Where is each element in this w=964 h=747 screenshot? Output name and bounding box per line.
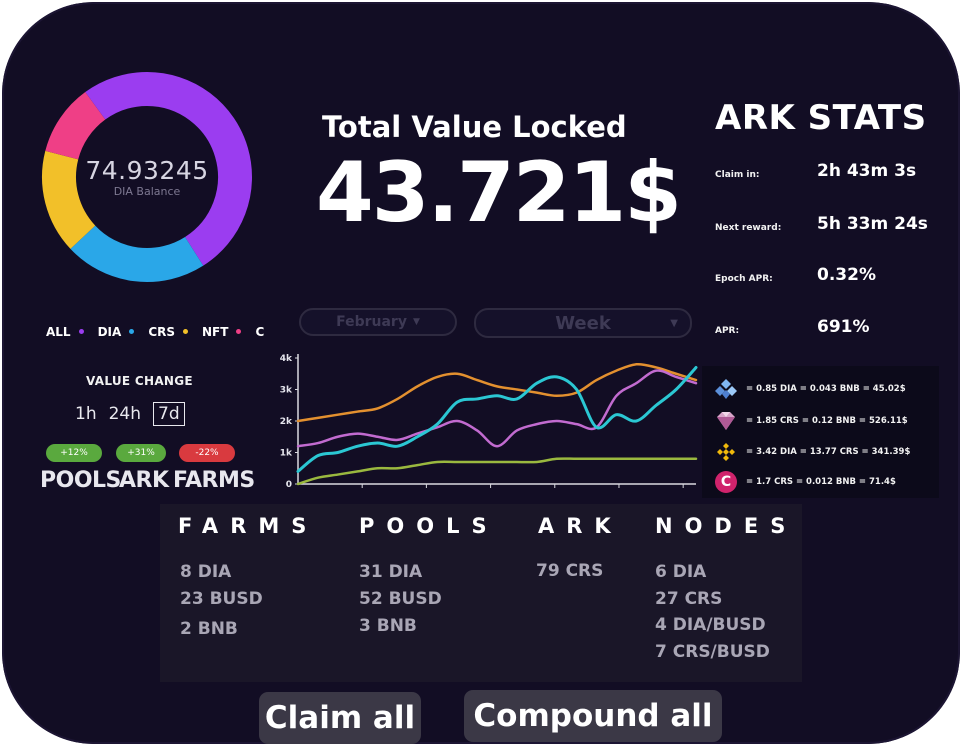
pools-category-label[interactable]: POOLS: [40, 468, 121, 493]
legend-item-all[interactable]: ALL: [46, 325, 71, 339]
y-tick-label: 3k: [280, 386, 293, 396]
farms-section-title: FARMS: [178, 514, 319, 538]
tvl-title: Total Value Locked: [322, 110, 627, 144]
chart-axes: [297, 354, 696, 485]
farms-category-label[interactable]: FARMS: [173, 468, 255, 493]
legend-dot-icon: [78, 328, 84, 334]
c-coin-icon: C: [714, 470, 738, 494]
compound-all-button[interactable]: Compound all: [464, 690, 722, 742]
pools-item: 52 BUSD: [359, 589, 442, 609]
claim-in-label: Claim in:: [715, 170, 760, 180]
legend-item-nft[interactable]: NFT: [202, 325, 228, 339]
donut-balance-value: 74.93245: [85, 156, 209, 185]
legend-item-dia[interactable]: DIA: [98, 325, 122, 339]
y-tick-label: 0: [286, 480, 292, 490]
pools-item: 31 DIA: [359, 562, 423, 582]
rate-row: = 3.42 DIA = 13.77 CRS = 341.39$: [714, 440, 910, 464]
series-line-3: [296, 457, 698, 486]
timeframe-selector: 1h 24h 7d: [75, 402, 185, 426]
chevron-down-icon: ▼: [412, 317, 420, 327]
rate-row: = 0.85 DIA = 0.043 BNB = 45.02$: [714, 377, 906, 401]
ark-stats-title: ARK STATS: [715, 98, 927, 138]
pools-change-badge: +12%: [46, 444, 102, 462]
donut-center: 74.93245 DIA Balance: [32, 62, 262, 292]
chevron-down-icon: ▼: [670, 317, 678, 329]
claim-in-value: 2h 43m 3s: [817, 161, 917, 181]
donut-balance-label: DIA Balance: [113, 185, 181, 198]
legend-item-crs[interactable]: CRS: [148, 325, 175, 339]
rate-text: = 0.85 DIA = 0.043 BNB = 45.02$: [746, 384, 906, 394]
nodes-item: 27 CRS: [655, 589, 723, 609]
bnb-coin-icon: [714, 440, 738, 464]
rate-text: = 1.7 CRS = 0.012 BNB = 71.4$: [746, 477, 896, 487]
claim-all-button[interactable]: Claim all: [259, 692, 421, 744]
period-select[interactable]: Week ▼: [474, 308, 692, 338]
tvl-line-chart: 0 1k 2k 3k 4k: [280, 354, 698, 490]
ark-item: 79 CRS: [536, 561, 604, 581]
y-tick-label: 4k: [280, 354, 293, 364]
nodes-item: 4 DIA/BUSD: [655, 615, 766, 635]
tvl-value: 43.721$: [316, 144, 682, 241]
legend-dot-icon: [183, 328, 189, 334]
asset-legend: ALL DIA CRS NFT C: [46, 325, 264, 339]
ark-section-title: ARK: [538, 514, 623, 538]
gem-icon: [714, 409, 738, 433]
period-select-value: Week: [555, 312, 611, 334]
next-reward-label: Next reward:: [715, 223, 782, 233]
timeframe-24h[interactable]: 24h: [109, 404, 141, 424]
epoch-apr-value: 0.32%: [817, 265, 876, 285]
value-change-title: VALUE CHANGE: [86, 374, 193, 388]
epoch-apr-label: Epoch APR:: [715, 274, 773, 284]
nodes-section-title: NODES: [655, 514, 798, 538]
nodes-item: 6 DIA: [655, 562, 707, 582]
y-tick-label: 2k: [280, 417, 293, 427]
legend-item-c[interactable]: C: [255, 325, 264, 339]
farms-item: 2 BNB: [180, 619, 238, 639]
farms-item: 8 DIA: [180, 562, 232, 582]
rate-row: = 1.85 CRS = 0.12 BNB = 526.11$: [714, 409, 908, 433]
diamond-cluster-icon: [714, 377, 738, 401]
legend-dot-icon: [236, 328, 242, 334]
farms-change-badge: -22%: [179, 444, 235, 462]
nodes-item: 7 CRS/BUSD: [655, 642, 770, 662]
y-tick-label: 1k: [280, 449, 293, 459]
pools-section-title: POOLS: [359, 514, 499, 538]
series-line-1: [296, 369, 698, 448]
legend-dot-icon: [129, 328, 135, 334]
ark-change-badge: +31%: [116, 444, 166, 462]
next-reward-value: 5h 33m 24s: [817, 214, 928, 234]
rate-text: = 1.85 CRS = 0.12 BNB = 526.11$: [746, 416, 908, 426]
ark-category-label[interactable]: ARK: [119, 468, 169, 493]
rate-text: = 3.42 DIA = 13.77 CRS = 341.39$: [746, 447, 911, 457]
series-line-0: [296, 362, 698, 423]
timeframe-1h[interactable]: 1h: [75, 404, 97, 424]
apr-value: 691%: [817, 317, 870, 337]
pools-item: 3 BNB: [359, 616, 417, 636]
dashboard-frame: { "donut": { "value": "74.93245", "label…: [2, 2, 960, 744]
month-select-value: February: [336, 314, 407, 330]
apr-label: APR:: [715, 326, 740, 336]
farms-item: 23 BUSD: [180, 589, 263, 609]
rate-row: C = 1.7 CRS = 0.012 BNB = 71.4$: [714, 470, 896, 494]
month-select[interactable]: February ▼: [299, 308, 457, 336]
timeframe-7d[interactable]: 7d: [153, 402, 185, 426]
c-coin-letter: C: [715, 471, 737, 493]
